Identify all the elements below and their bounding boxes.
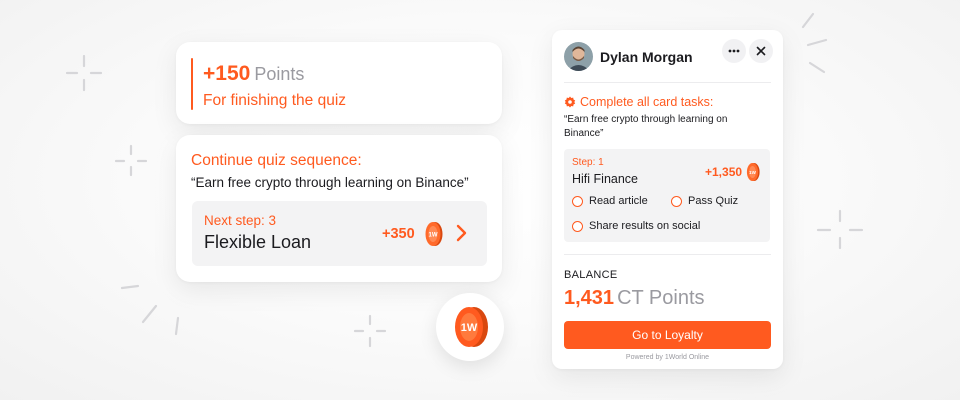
more-horizontal-icon xyxy=(728,49,740,53)
coin-icon: 1W xyxy=(746,163,760,181)
go-to-loyalty-button[interactable]: Go to Loyalty xyxy=(564,321,771,349)
svg-text:1W: 1W xyxy=(429,233,438,239)
points-subtitle: For finishing the quiz xyxy=(203,92,347,109)
task-option-share-results[interactable]: Share results on social xyxy=(572,220,700,232)
task-option-pass-quiz[interactable]: Pass Quiz xyxy=(671,195,738,207)
balance-value: 1,431 xyxy=(564,287,615,309)
accent-bar xyxy=(191,58,193,110)
svg-text:1W: 1W xyxy=(749,170,757,175)
divider xyxy=(564,254,771,255)
coin-icon: 1W xyxy=(455,307,488,347)
divider xyxy=(564,82,771,83)
step-reward: +1,350 xyxy=(705,165,743,179)
radio-icon xyxy=(671,195,682,207)
avatar xyxy=(564,42,593,71)
next-step-panel[interactable]: Next step: 3 Flexible Loan +350 1W xyxy=(192,201,487,266)
badge-icon xyxy=(564,96,576,108)
large-coin-badge: 1W xyxy=(436,293,504,361)
powered-by: Powered by 1World Online xyxy=(625,354,710,361)
points-earned-card: +150 Points For finishing the quiz xyxy=(176,42,502,124)
option-label: Share results on social xyxy=(589,220,701,232)
quiz-card-title: Continue quiz sequence: xyxy=(191,152,362,169)
loyalty-widget: Dylan Morgan Complete all card tasks: “E… xyxy=(552,30,783,369)
task-description: “Earn free crypto through learning on Bi… xyxy=(564,114,728,139)
user-name: Dylan Morgan xyxy=(600,49,693,65)
close-icon xyxy=(756,46,766,56)
balance-amount: 1,431 CT Points xyxy=(564,287,705,310)
continue-quiz-card: Continue quiz sequence: “Earn free crypt… xyxy=(176,135,502,282)
task-title: Complete all card tasks: xyxy=(564,95,713,109)
step-name: Hifi Finance xyxy=(572,172,638,186)
next-step-reward: +350 xyxy=(382,226,415,242)
points-value: +150 xyxy=(203,62,251,85)
quiz-card-quote: “Earn free crypto through learning on Bi… xyxy=(191,175,469,190)
radio-icon xyxy=(572,220,583,232)
points-amount: +150 Points xyxy=(203,62,304,86)
next-step-label: Next step: 3 xyxy=(204,213,277,228)
chevron-right-icon[interactable] xyxy=(454,223,468,243)
task-title-text: Complete all card tasks: xyxy=(580,95,714,109)
svg-text:1W: 1W xyxy=(461,322,478,334)
balance-unit: CT Points xyxy=(617,287,705,309)
close-button[interactable] xyxy=(749,39,773,63)
points-unit: Points xyxy=(254,64,305,84)
step-label: Step: 1 xyxy=(572,157,604,168)
more-options-button[interactable] xyxy=(722,39,746,63)
radio-icon xyxy=(572,195,583,207)
coin-icon: 1W xyxy=(425,222,443,246)
task-option-read-article[interactable]: Read article xyxy=(572,195,648,207)
option-label: Read article xyxy=(589,195,648,207)
next-step-name: Flexible Loan xyxy=(204,232,312,252)
option-label: Pass Quiz xyxy=(688,195,739,207)
task-step-panel: Step: 1 Hifi Finance +1,350 1W Read arti… xyxy=(564,149,770,242)
balance-label: BALANCE xyxy=(564,269,618,281)
